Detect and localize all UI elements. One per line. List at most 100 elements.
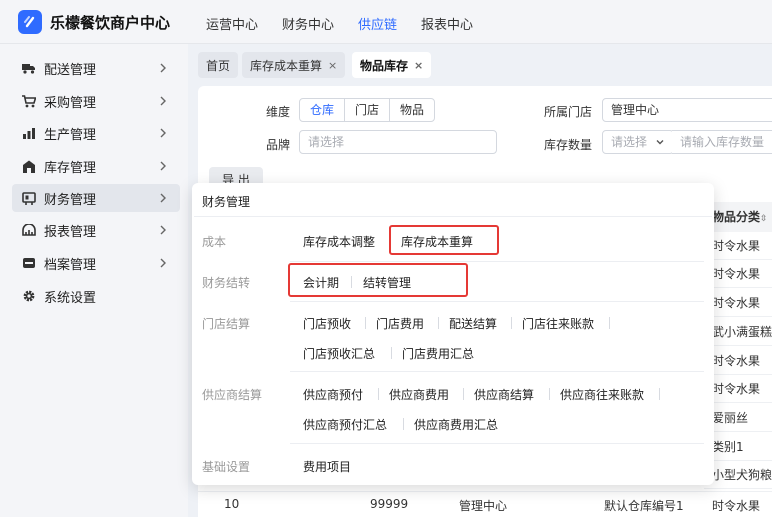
menu-divider bbox=[549, 388, 550, 400]
table-cell: 时令水果 bbox=[704, 260, 772, 288]
sidebar-item-label: 生产管理 bbox=[44, 127, 97, 143]
menu-item-delivery-settlement[interactable]: 配送结算 bbox=[449, 315, 497, 332]
report-icon bbox=[22, 223, 36, 237]
sidebar-item-label: 采购管理 bbox=[44, 95, 97, 111]
menu-item-supplier-account-ledger[interactable]: 供应商往来账款 bbox=[560, 386, 644, 403]
menu-divider bbox=[438, 317, 439, 329]
topnav-finance[interactable]: 财务中心 bbox=[282, 14, 334, 33]
menu-divider bbox=[378, 388, 379, 400]
menu-item-supplier-expenses[interactable]: 供应商费用 bbox=[389, 386, 449, 403]
top-bar: 乐檬餐饮商户中心 运营中心 财务中心 供应链 报表中心 bbox=[0, 0, 772, 44]
sidebar-item-label: 库存管理 bbox=[44, 160, 97, 176]
tab-label: 首页 bbox=[206, 58, 231, 73]
sidebar-item-inventory[interactable]: 库存管理 bbox=[12, 152, 180, 180]
menu-item-supplier-prepayment[interactable]: 供应商预付 bbox=[303, 386, 363, 403]
chevron-right-icon bbox=[160, 258, 166, 268]
chevron-right-icon bbox=[160, 96, 166, 106]
brand-logo-icon[interactable] bbox=[18, 10, 42, 34]
group-label-supplier-settlement: 供应商结算 bbox=[202, 388, 263, 402]
sidebar-item-archives[interactable]: 档案管理 bbox=[12, 249, 180, 277]
flyout-divider bbox=[194, 216, 712, 217]
row-divider bbox=[290, 301, 704, 302]
row-divider bbox=[290, 371, 704, 372]
group-label-basic-settings: 基础设置 bbox=[202, 460, 251, 474]
dimension-option-warehouse[interactable]: 仓库 bbox=[300, 99, 346, 121]
menu-divider bbox=[659, 388, 660, 400]
brand-select[interactable]: 请选择 bbox=[299, 130, 497, 154]
menu-divider bbox=[403, 418, 404, 430]
dimension-segmented: 仓库 门店 物品 bbox=[299, 98, 436, 122]
table-cell: 时令水果 bbox=[704, 375, 772, 403]
sidebar-item-label: 配送管理 bbox=[44, 62, 97, 78]
row-store: 管理中心 bbox=[459, 499, 508, 513]
row-index: 10 bbox=[224, 497, 240, 511]
table-header-category[interactable]: 物品分类⇳ bbox=[704, 202, 772, 232]
quantity-operator-select[interactable]: 请选择 bbox=[602, 130, 674, 154]
row-category: 时令水果 bbox=[712, 499, 761, 513]
table-cell: 时令水果 bbox=[704, 347, 772, 375]
chevron-right-icon bbox=[160, 193, 166, 203]
chevron-right-icon bbox=[160, 225, 166, 235]
tab-item-inventory[interactable]: 物品库存 × bbox=[352, 52, 432, 78]
menu-divider bbox=[609, 317, 610, 329]
dimension-option-item[interactable]: 物品 bbox=[389, 99, 434, 121]
group-label-store-settlement: 门店结算 bbox=[202, 317, 251, 331]
menu-item-expense-items[interactable]: 费用项目 bbox=[303, 458, 351, 475]
table-cell: 武小满蛋糕 bbox=[704, 318, 772, 346]
dimension-option-store[interactable]: 门店 bbox=[344, 99, 389, 121]
quantity-input[interactable]: 请输入库存数量 bbox=[672, 130, 772, 154]
sidebar-item-reports[interactable]: 报表管理 bbox=[12, 216, 180, 244]
table-cell: 类别1 bbox=[704, 433, 772, 461]
chevron-right-icon bbox=[160, 161, 166, 171]
menu-divider bbox=[391, 347, 392, 359]
chevron-right-icon bbox=[160, 63, 166, 73]
table-cell: 时令水果 bbox=[704, 289, 772, 317]
menu-item-store-prepayment-summary[interactable]: 门店预收汇总 bbox=[303, 345, 375, 362]
menu-item-store-account-ledger[interactable]: 门店往来账款 bbox=[522, 315, 594, 332]
highlight-box bbox=[288, 263, 468, 297]
row-warehouse: 默认仓库编号1 bbox=[604, 499, 684, 513]
row-code: 99999 bbox=[370, 497, 409, 511]
sidebar-item-label: 财务管理 bbox=[44, 192, 97, 208]
sidebar-item-label: 系统设置 bbox=[44, 290, 97, 306]
menu-item-store-expense-summary[interactable]: 门店费用汇总 bbox=[402, 345, 474, 362]
bar-chart-icon bbox=[22, 126, 36, 140]
warehouse-icon bbox=[22, 159, 36, 173]
store-label: 所属门店 bbox=[544, 105, 593, 119]
menu-item-supplier-expense-summary[interactable]: 供应商费用汇总 bbox=[414, 416, 498, 433]
sidebar-item-finance[interactable]: 财务管理 bbox=[12, 184, 180, 212]
topnav-supply-chain[interactable]: 供应链 bbox=[358, 14, 397, 33]
tab-label: 物品库存 bbox=[360, 58, 409, 73]
tab-home[interactable]: 首页 bbox=[198, 52, 239, 78]
highlight-box bbox=[389, 225, 499, 255]
row-divider bbox=[290, 443, 704, 444]
sidebar-item-purchase[interactable]: 采购管理 bbox=[12, 87, 180, 115]
table-cell: 小型犬狗粮 bbox=[704, 461, 772, 489]
menu-item-supplier-prepayment-summary[interactable]: 供应商预付汇总 bbox=[303, 416, 387, 433]
table-cell: 爱丽丝 bbox=[704, 404, 772, 432]
sidebar-item-label: 档案管理 bbox=[44, 257, 97, 273]
menu-item-supplier-settlement[interactable]: 供应商结算 bbox=[474, 386, 534, 403]
menu-item-inventory-cost-adjust[interactable]: 库存成本调整 bbox=[303, 233, 375, 250]
menu-divider bbox=[511, 317, 512, 329]
group-label-closing: 财务结转 bbox=[202, 276, 251, 290]
menu-item-store-prepayment[interactable]: 门店预收 bbox=[303, 315, 351, 332]
topnav-operations[interactable]: 运营中心 bbox=[206, 14, 258, 33]
menu-divider bbox=[365, 317, 366, 329]
store-select[interactable]: 管理中心 bbox=[602, 98, 772, 122]
sidebar-item-settings[interactable]: 系统设置 bbox=[12, 282, 180, 310]
brand-label: 品牌 bbox=[266, 138, 291, 152]
tab-inventory-cost-recalc[interactable]: 库存成本重算 × bbox=[242, 52, 346, 78]
sidebar-item-delivery[interactable]: 配送管理 bbox=[12, 54, 180, 82]
sidebar-item-production[interactable]: 生产管理 bbox=[12, 119, 180, 147]
close-icon[interactable]: × bbox=[414, 59, 423, 72]
table-cell: 时令水果 bbox=[704, 232, 772, 260]
gear-icon bbox=[22, 289, 36, 303]
close-icon[interactable]: × bbox=[328, 59, 337, 72]
top-nav: 运营中心 财务中心 供应链 报表中心 bbox=[206, 14, 473, 33]
sort-icon[interactable]: ⇳ bbox=[760, 214, 768, 224]
row-divider bbox=[290, 261, 704, 262]
sidebar-item-label: 报表管理 bbox=[44, 224, 97, 240]
topnav-reports[interactable]: 报表中心 bbox=[421, 14, 473, 33]
menu-item-store-expenses[interactable]: 门店费用 bbox=[376, 315, 424, 332]
